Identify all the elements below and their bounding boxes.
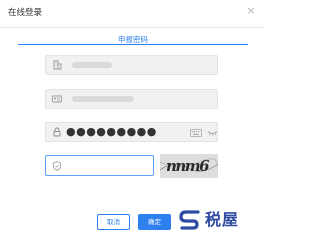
tax-id-field[interactable] xyxy=(45,55,218,75)
id-card-icon xyxy=(52,95,62,103)
keyboard-icon[interactable] xyxy=(190,129,202,137)
watermark-text: 税屋 xyxy=(205,210,240,229)
dialog-title-bar: 在线登录 × xyxy=(0,0,264,28)
id-number-value-blurred xyxy=(72,96,134,102)
tab-label: 申报密码 xyxy=(118,35,148,44)
tab-declaration-password[interactable]: 申报密码 xyxy=(18,27,248,45)
lock-icon xyxy=(53,127,61,137)
tax-id-value-blurred xyxy=(72,62,112,68)
dialog-title: 在线登录 xyxy=(8,8,43,18)
watermark: 税屋 xyxy=(178,206,264,234)
eye-closed-icon[interactable] xyxy=(207,129,218,137)
shuiwu-logo-icon xyxy=(179,210,200,230)
captcha-input[interactable] xyxy=(45,155,154,176)
captcha-image[interactable]: nnm6 xyxy=(160,154,218,178)
login-dialog: 在线登录 × 申报密码 ●●●●●●●●● nnm6 取消 确定 税屋 xyxy=(0,0,264,240)
id-number-field[interactable] xyxy=(45,89,218,109)
password-field[interactable]: ●●●●●●●●● xyxy=(45,122,218,142)
shield-icon xyxy=(53,161,61,171)
cancel-button[interactable]: 取消 xyxy=(97,214,130,230)
building-icon xyxy=(53,60,62,70)
confirm-button[interactable]: 确定 xyxy=(138,214,171,230)
password-value: ●●●●●●●●● xyxy=(66,125,157,138)
captcha-text: nnm6 xyxy=(166,157,210,175)
close-button[interactable]: × xyxy=(244,4,258,18)
